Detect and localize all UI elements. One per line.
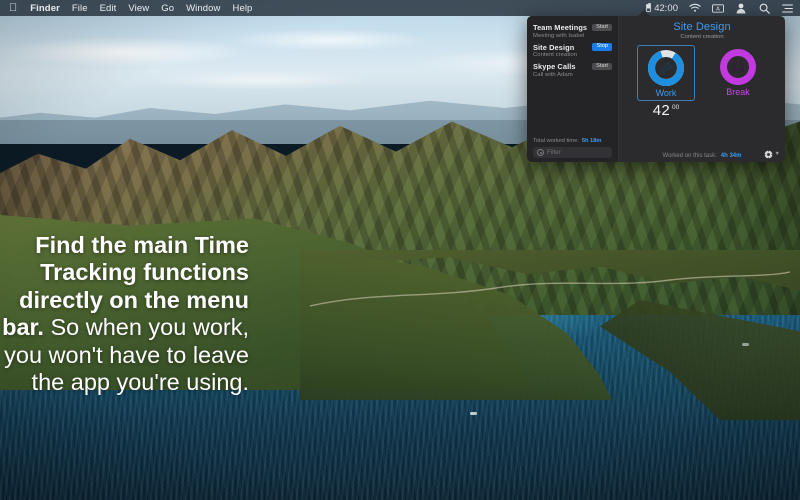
menu-item-file[interactable]: File	[72, 3, 88, 14]
worked-on-task-row: Worked on this task: 4h 34m	[619, 153, 785, 159]
total-worked-time-label: Total worked time:	[533, 138, 579, 144]
filter-input[interactable]: Filter	[533, 147, 612, 158]
timer-display: 42 00	[583, 102, 749, 120]
apple-menu-icon[interactable]: 	[9, 2, 17, 14]
svg-text:A: A	[716, 6, 720, 12]
mode-break-label: Break	[726, 87, 750, 97]
task-start-button[interactable]: Start	[592, 23, 612, 32]
settings-menu-button[interactable]: ▼	[763, 150, 780, 159]
timer-seconds: 00	[672, 103, 680, 111]
marketing-caption: Find the main Time Tracking functions di…	[0, 232, 262, 397]
mode-selector: Work Break	[619, 45, 785, 101]
task-name: Skype Calls	[533, 62, 576, 71]
panel-notch-arrow	[637, 10, 651, 17]
mode-work[interactable]: Work	[637, 45, 695, 101]
ping-pong-paddle-icon	[719, 48, 757, 86]
current-task-subtitle: Content creation	[680, 34, 724, 40]
search-icon[interactable]	[758, 2, 770, 14]
time-tracking-panel: Team Meetings Start Meeting with Isabel …	[527, 16, 785, 162]
wifi-icon[interactable]	[689, 2, 701, 14]
menu-bar-clock: 42:00	[654, 2, 678, 14]
wrench-icon	[647, 49, 685, 87]
task-item-site-design[interactable]: Site Design Stop Content creation	[527, 42, 618, 62]
task-item-skype-calls[interactable]: Skype Calls Start Call with Adam	[527, 61, 618, 81]
work-progress-ring	[647, 49, 685, 87]
task-subtitle: Content creation	[533, 52, 578, 58]
worked-on-task-value: 4h 34m	[720, 153, 742, 159]
user-account-icon[interactable]	[735, 2, 747, 14]
task-stop-button[interactable]: Stop	[592, 43, 612, 51]
menu-item-finder[interactable]: Finder	[30, 3, 60, 14]
task-header-row: Skype Calls Start	[533, 62, 612, 71]
mode-work-label: Work	[655, 88, 677, 98]
task-name: Site Design	[533, 42, 575, 52]
break-progress-ring	[719, 48, 757, 86]
chevron-down-icon[interactable]: ▼	[775, 151, 780, 158]
control-center-icon[interactable]	[781, 2, 793, 14]
task-item-team-meetings[interactable]: Team Meetings Start Meeting with Isabel	[527, 22, 618, 42]
filter-icon	[537, 149, 544, 156]
menu-item-view[interactable]: View	[128, 3, 149, 14]
current-task-title: Site Design	[673, 21, 731, 33]
menu-item-edit[interactable]: Edit	[100, 3, 117, 14]
total-worked-time: Total worked time: 5h 18m	[533, 138, 612, 144]
gear-icon[interactable]	[763, 150, 773, 159]
mode-break[interactable]: Break	[709, 45, 767, 99]
menu-bar:  Finder File Edit View Go Window Help 4…	[0, 0, 800, 16]
menu-item-window[interactable]: Window	[186, 3, 220, 14]
menu-item-go[interactable]: Go	[161, 3, 174, 14]
task-subtitle: Call with Adam	[533, 71, 573, 78]
keyboard-input-icon[interactable]: A	[712, 2, 724, 14]
task-header-row: Site Design Stop	[533, 43, 612, 52]
menu-bar-status-area: 42:00 A	[646, 2, 793, 14]
timer-minutes: 42	[652, 102, 671, 119]
task-list-footer: Total worked time: 5h 18m Filter	[527, 138, 618, 162]
task-start-button[interactable]: Start	[592, 62, 612, 71]
timer-detail-pane: Site Design Content creation Work Break …	[619, 16, 785, 162]
task-subtitle: Meeting with Isabel	[533, 32, 585, 39]
task-header-row: Team Meetings Start	[533, 23, 612, 32]
task-name: Team Meetings	[533, 23, 588, 32]
filter-placeholder: Filter	[547, 149, 561, 156]
total-worked-time-value: 5h 18m	[581, 138, 602, 144]
menu-item-help[interactable]: Help	[232, 3, 252, 14]
task-list-pane: Team Meetings Start Meeting with Isabel …	[527, 16, 619, 162]
worked-on-task-label: Worked on this task:	[662, 153, 717, 159]
